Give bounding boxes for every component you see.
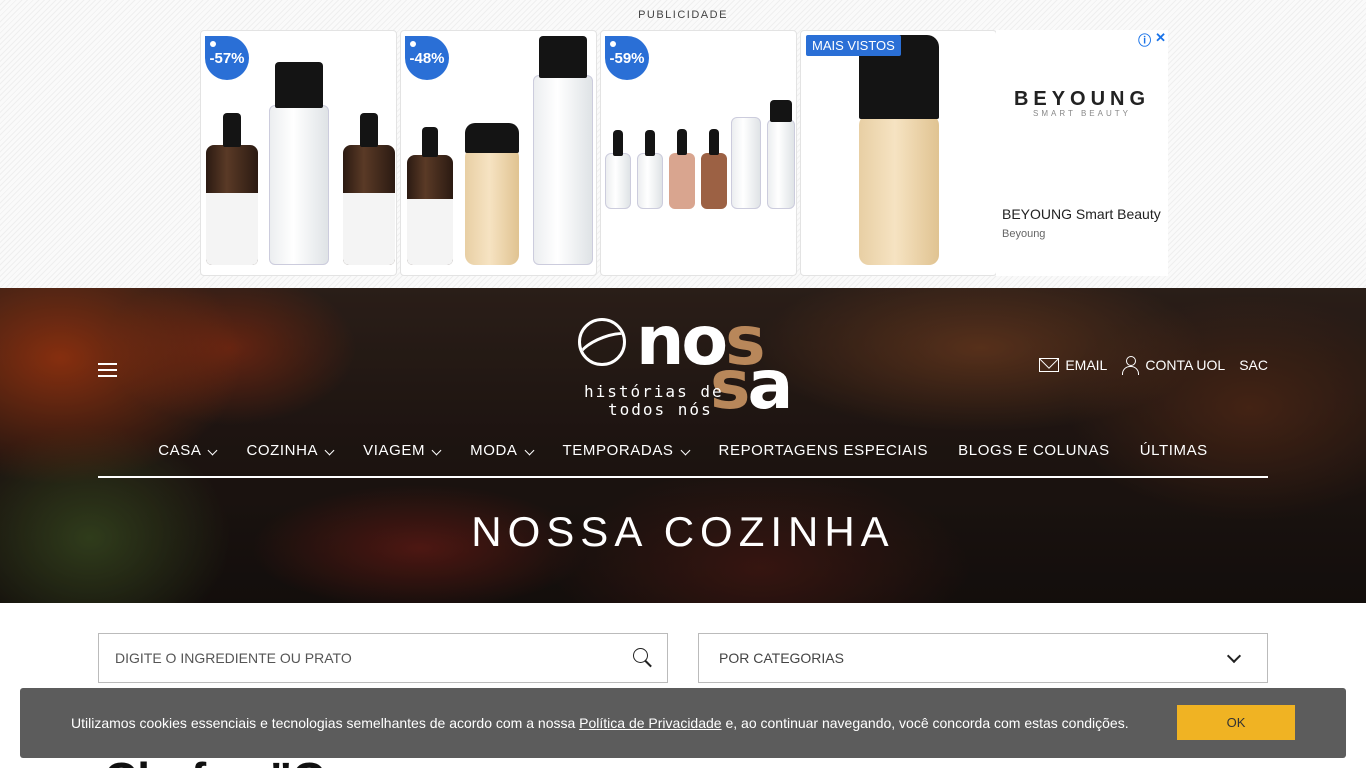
- email-link[interactable]: EMAIL: [1039, 357, 1107, 373]
- email-label: EMAIL: [1065, 357, 1108, 373]
- ad-brand-source: Beyoung: [1002, 228, 1046, 240]
- chevron-down-icon: [431, 445, 442, 456]
- hamburger-menu-icon[interactable]: [98, 363, 117, 377]
- nav-item-cozinha[interactable]: COZINHA: [231, 438, 348, 476]
- logo-word-part: a: [747, 346, 793, 425]
- account-link[interactable]: CONTA UOL: [1121, 356, 1226, 375]
- discount-badge: -59%: [605, 36, 649, 80]
- nav-label: MODA: [470, 442, 518, 459]
- ad-product-card[interactable]: -48%: [400, 30, 597, 276]
- cookie-text-part: e, ao continuar navegando, você concorda…: [721, 715, 1129, 731]
- chevron-down-icon: [1226, 648, 1242, 664]
- nav-item-viagem[interactable]: VIAGEM: [348, 438, 455, 476]
- cookie-ok-button[interactable]: OK: [1177, 705, 1295, 740]
- nav-item-temporadas[interactable]: TEMPORADAS: [548, 438, 704, 476]
- category-select[interactable]: POR CATEGORIAS: [698, 633, 1268, 683]
- search-input[interactable]: [115, 650, 615, 666]
- sac-link[interactable]: SAC: [1239, 357, 1268, 373]
- nav-item-casa[interactable]: CASA: [143, 438, 231, 476]
- mail-icon: [1039, 358, 1060, 372]
- foundation-bottle-image: [859, 35, 939, 265]
- discount-badge: -48%: [405, 36, 449, 80]
- chevron-down-icon: [680, 445, 690, 456]
- cookie-banner: Utilizamos cookies essenciais e tecnolog…: [20, 688, 1346, 758]
- nav-label: ÚLTIMAS: [1139, 442, 1208, 459]
- nav-item-moda[interactable]: MODA: [455, 438, 547, 476]
- chevron-down-icon: [208, 445, 218, 456]
- brand-logo: BEYOUNG: [1013, 88, 1151, 110]
- discount-badge: -57%: [205, 36, 249, 80]
- section-title: NOSSA COZINHA: [471, 508, 895, 555]
- nav-item-blogs-e-colunas[interactable]: BLOGS E COLUNAS: [943, 438, 1125, 476]
- user-icon: [1121, 356, 1140, 375]
- uol-circle-icon: [578, 318, 626, 366]
- chevron-down-icon: [524, 445, 534, 456]
- serum-bottle-image: [343, 113, 395, 265]
- main-nav: CASA COZINHA VIAGEM MODA TEMPORADAS REPO…: [98, 438, 1268, 478]
- most-viewed-badge: MAIS VISTOS: [806, 35, 901, 56]
- logo-tagline: todos nós: [608, 400, 713, 419]
- category-select-value: POR CATEGORIAS: [719, 650, 844, 666]
- serum-bottle-image: [206, 113, 258, 265]
- chevron-down-icon: [324, 445, 335, 456]
- nav-label: CASA: [158, 442, 202, 459]
- ad-label: PUBLICIDADE: [638, 9, 728, 21]
- cookie-text: Utilizamos cookies essenciais e tecnolog…: [71, 715, 1129, 731]
- header-links: EMAIL CONTA UOL SAC: [1039, 356, 1268, 375]
- booster-bottle-image: [669, 129, 695, 209]
- ad-brand-name[interactable]: BEYOUNG Smart Beauty: [1002, 206, 1161, 222]
- booster-bottle-image: [701, 129, 727, 209]
- site-logo[interactable]: nos sa histórias de todos nós: [578, 302, 798, 425]
- nav-label: REPORTAGENS ESPECIAIS: [718, 442, 929, 459]
- account-label: CONTA UOL: [1145, 357, 1226, 373]
- hero-header: nos sa histórias de todos nós EMAIL CONT…: [0, 288, 1366, 603]
- micellar-bottle-image: [533, 36, 593, 265]
- nav-label: BLOGS E COLUNAS: [958, 442, 1110, 459]
- brand-logo-sub: SMART BEAUTY: [1033, 109, 1131, 118]
- ad-product-card[interactable]: -59%: [600, 30, 797, 276]
- close-icon[interactable]: ✕: [1155, 30, 1166, 49]
- serum-bottle-image: [407, 127, 453, 265]
- ad-product-card[interactable]: -57%: [200, 30, 397, 276]
- ad-brand-panel[interactable]: ⓘ ✕ BEYOUNG SMART BEAUTY BEYOUNG Smart B…: [996, 30, 1168, 276]
- ad-product-card[interactable]: MAIS VISTOS: [800, 30, 997, 276]
- nav-label: TEMPORADAS: [562, 442, 674, 459]
- cookie-text-part: Utilizamos cookies essenciais e tecnolog…: [71, 715, 580, 731]
- ad-product-carousel: -57% -48% -59% MAIS VISTOS: [200, 30, 997, 276]
- micellar-bottle-image: [269, 62, 329, 265]
- ad-banner: PUBLICIDADE -57% -48% -59% MAIS VISTOS ⓘ…: [0, 0, 1366, 288]
- micellar-bottle-image: [767, 100, 795, 209]
- recipe-search[interactable]: [98, 633, 668, 683]
- booster-bottle-image: [637, 130, 663, 209]
- nav-label: COZINHA: [246, 442, 319, 459]
- booster-bottle-image: [605, 130, 631, 209]
- info-icon[interactable]: ⓘ: [1138, 30, 1151, 49]
- sac-label: SAC: [1239, 357, 1268, 373]
- foundation-bottle-image: [465, 123, 519, 265]
- ad-choices: ⓘ ✕: [1138, 30, 1166, 49]
- nav-label: VIAGEM: [363, 442, 426, 459]
- logo-tagline: histórias de: [584, 382, 724, 401]
- privacy-policy-link[interactable]: Política de Privacidade: [579, 715, 721, 731]
- search-icon[interactable]: [633, 648, 653, 668]
- nav-item-ultimas[interactable]: ÚLTIMAS: [1125, 438, 1223, 476]
- nav-item-reportagens-especiais[interactable]: REPORTAGENS ESPECIAIS: [704, 438, 944, 476]
- cleanser-tube-image: [731, 117, 761, 209]
